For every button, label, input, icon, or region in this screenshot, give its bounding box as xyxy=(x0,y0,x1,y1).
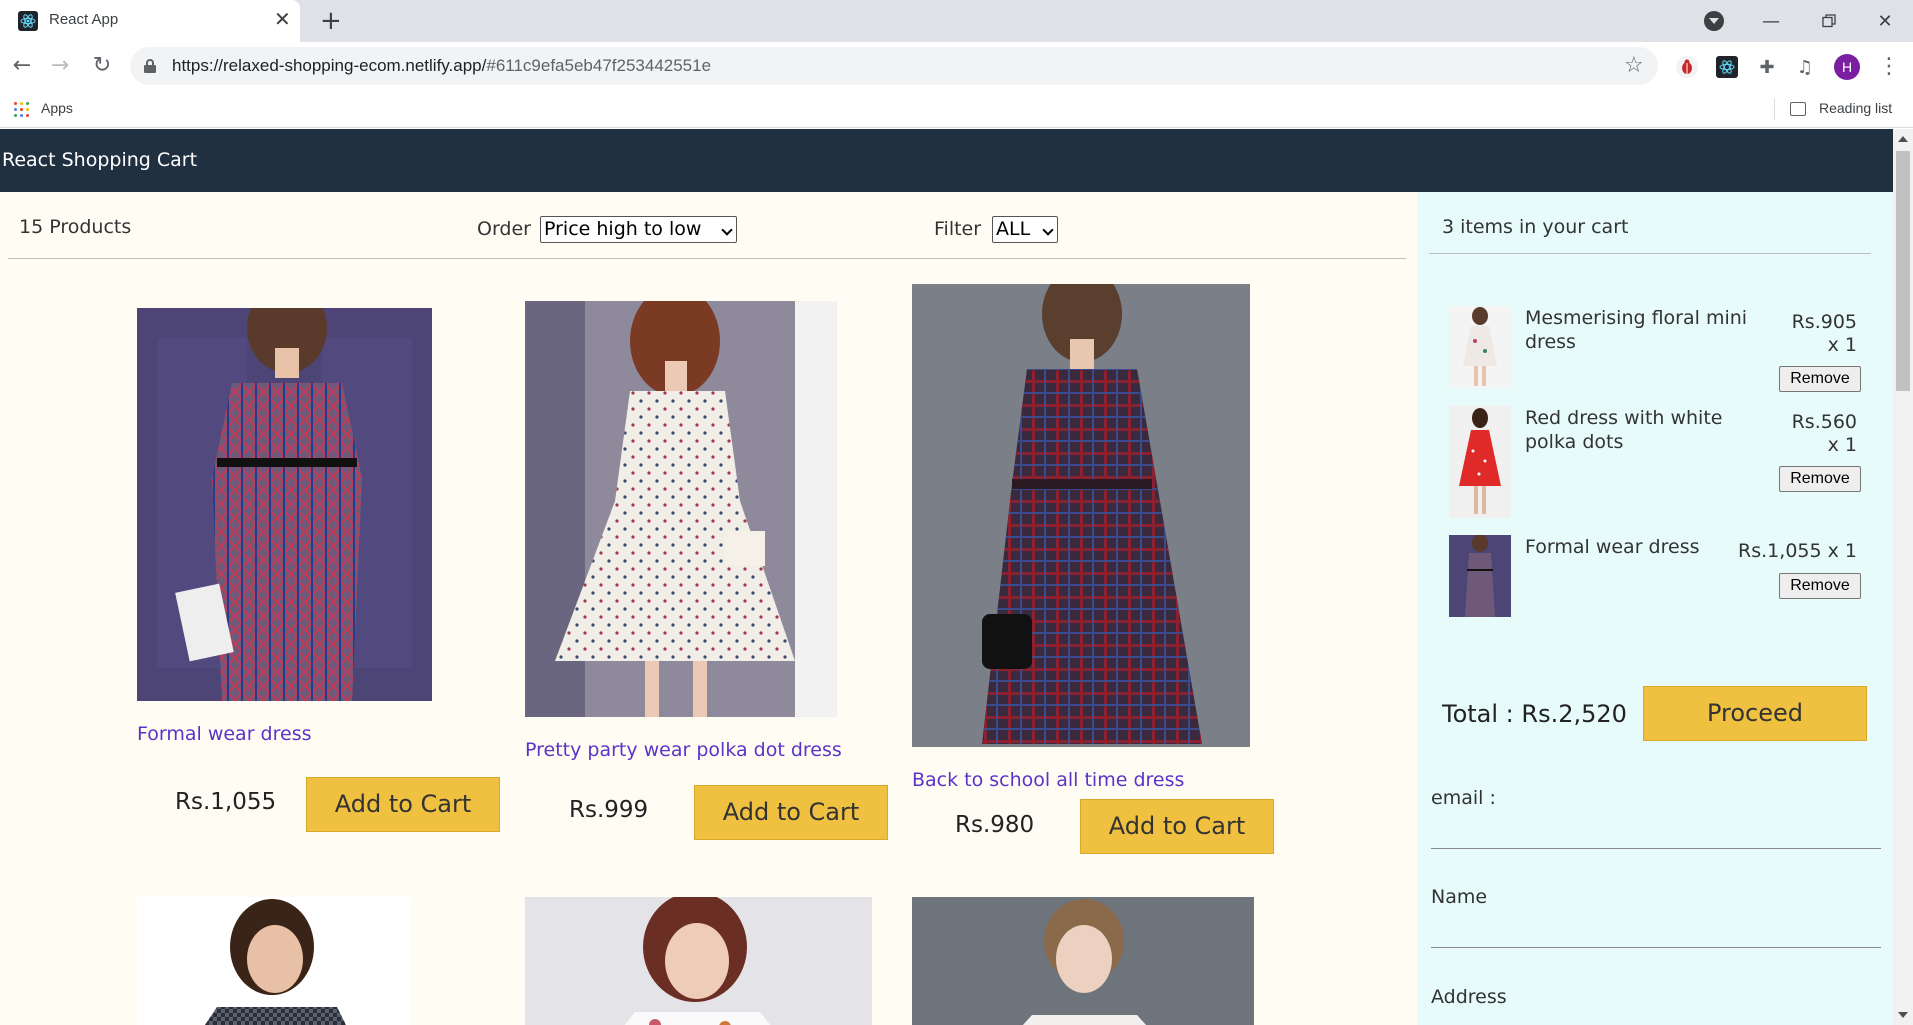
minimize-icon[interactable]: — xyxy=(1746,4,1796,38)
product-count: 15 Products xyxy=(19,216,132,238)
cart-item-title: Mesmerising floral mini dress xyxy=(1525,307,1748,353)
web-page: React Shopping Cart 15 Products Order Pr… xyxy=(0,129,1893,1025)
browser-menu-icon[interactable]: ⋮ xyxy=(1878,54,1900,80)
product-image[interactable] xyxy=(525,897,872,1025)
bookmarks-bar: Apps Reading list xyxy=(0,90,1913,128)
new-tab-icon[interactable]: + xyxy=(320,7,342,35)
scroll-up-icon[interactable] xyxy=(1898,136,1908,142)
filter-select[interactable]: ALL xyxy=(992,216,1058,243)
product-image[interactable] xyxy=(912,897,1254,1025)
product-price: Rs.1,055 xyxy=(175,789,277,815)
reading-list-icon[interactable] xyxy=(1790,102,1806,116)
profile-avatar[interactable]: H xyxy=(1834,54,1860,80)
email-field[interactable]: email : xyxy=(1431,787,1881,849)
add-to-cart-button[interactable]: Add to Cart xyxy=(306,777,500,832)
cart-item: Formal wear dress Rs.1,055 x 1 Remove xyxy=(1449,535,1861,617)
add-to-cart-button[interactable]: Add to Cart xyxy=(694,785,888,840)
divider xyxy=(1774,98,1775,120)
apps-grid-icon[interactable] xyxy=(14,102,29,117)
scroll-thumb[interactable] xyxy=(1896,151,1910,391)
cart-item-image xyxy=(1449,535,1511,617)
reload-icon[interactable]: ↻ xyxy=(88,52,116,80)
app-title[interactable]: React Shopping Cart xyxy=(2,149,197,171)
page-scrollbar[interactable] xyxy=(1893,129,1913,1025)
products-area: 15 Products Order Price high to low Filt… xyxy=(0,192,1417,1025)
back-icon[interactable]: ← xyxy=(8,52,36,80)
forward-icon[interactable]: → xyxy=(46,52,74,80)
email-label: email : xyxy=(1431,787,1496,809)
remove-button[interactable]: Remove xyxy=(1779,573,1861,599)
app-header: React Shopping Cart xyxy=(0,129,1893,192)
remove-button[interactable]: Remove xyxy=(1779,466,1861,492)
filter-label: Filter xyxy=(934,218,982,240)
restore-icon[interactable] xyxy=(1804,4,1854,38)
name-field[interactable]: Name xyxy=(1431,886,1881,948)
add-to-cart-button[interactable]: Add to Cart xyxy=(1080,799,1274,854)
cart-item-price: Rs.1,055 x 1 xyxy=(1738,540,1857,562)
lock-icon xyxy=(144,59,156,73)
extensions-puzzle-icon[interactable]: ✚ xyxy=(1756,56,1778,78)
product-image[interactable] xyxy=(912,284,1250,747)
react-devtools-icon[interactable] xyxy=(1716,56,1738,78)
cart-item: Mesmerising floral mini dress Rs.905 x 1 … xyxy=(1449,306,1861,392)
product-title-link[interactable]: Pretty party wear polka dot dress xyxy=(525,739,842,761)
product-image[interactable] xyxy=(137,897,411,1025)
cart-item-title: Red dress with white polka dots xyxy=(1525,407,1723,453)
bookmark-star-icon[interactable]: ☆ xyxy=(1624,53,1644,78)
browser-toolbar: ← → ↻ https://relaxed-shopping-ecom.netl… xyxy=(0,42,1913,90)
product-image[interactable] xyxy=(525,301,837,717)
reading-list-button[interactable]: Reading list xyxy=(1819,100,1892,116)
cart-item-image xyxy=(1449,306,1511,388)
cart-item-title: Formal wear dress xyxy=(1525,536,1700,558)
react-favicon-icon xyxy=(18,11,38,31)
order-select[interactable]: Price high to low xyxy=(540,216,737,243)
url-text: https://relaxed-shopping-ecom.netlify.ap… xyxy=(172,56,712,75)
product-title-link[interactable]: Back to school all time dress xyxy=(912,769,1184,791)
cart-total: Total : Rs.2,520 xyxy=(1442,700,1627,728)
product-title-link[interactable]: Formal wear dress xyxy=(137,723,312,745)
cart-item: Red dress with white polka dots Rs.560 x … xyxy=(1449,406,1861,518)
remove-button[interactable]: Remove xyxy=(1779,366,1861,392)
order-label: Order xyxy=(477,218,531,240)
cart-item-image xyxy=(1449,406,1511,518)
close-tab-icon[interactable]: ✕ xyxy=(274,9,291,29)
scroll-down-icon[interactable] xyxy=(1898,1012,1908,1018)
proceed-button[interactable]: Proceed xyxy=(1643,686,1867,741)
media-control-icon[interactable]: ♫ xyxy=(1794,56,1816,78)
address-field[interactable]: Address xyxy=(1431,986,1881,1025)
tab-search-icon[interactable] xyxy=(1704,11,1724,31)
close-window-icon[interactable]: ✕ xyxy=(1860,4,1910,38)
apps-bookmark[interactable]: Apps xyxy=(41,100,73,116)
cart-item-price: Rs.905 x 1 xyxy=(1791,311,1857,356)
cart-panel: 3 items in your cart Mesmerising floral … xyxy=(1417,192,1893,1025)
cart-item-price: Rs.560 x 1 xyxy=(1791,411,1857,456)
product-image[interactable] xyxy=(137,308,432,701)
browser-tab[interactable]: React App ✕ xyxy=(0,0,300,42)
cart-count: 3 items in your cart xyxy=(1442,216,1629,238)
browser-tab-strip: React App ✕ + — ✕ xyxy=(0,0,1913,42)
address-label: Address xyxy=(1431,986,1507,1008)
product-price: Rs.980 xyxy=(955,812,1035,838)
cart-header: 3 items in your cart xyxy=(1429,192,1871,254)
filter-bar: 15 Products Order Price high to low Filt… xyxy=(8,192,1406,259)
bug-extension-icon[interactable] xyxy=(1676,56,1698,78)
address-bar[interactable]: https://relaxed-shopping-ecom.netlify.ap… xyxy=(130,47,1658,85)
product-price: Rs.999 xyxy=(569,797,649,823)
tab-title: React App xyxy=(49,11,119,28)
name-label: Name xyxy=(1431,886,1488,908)
